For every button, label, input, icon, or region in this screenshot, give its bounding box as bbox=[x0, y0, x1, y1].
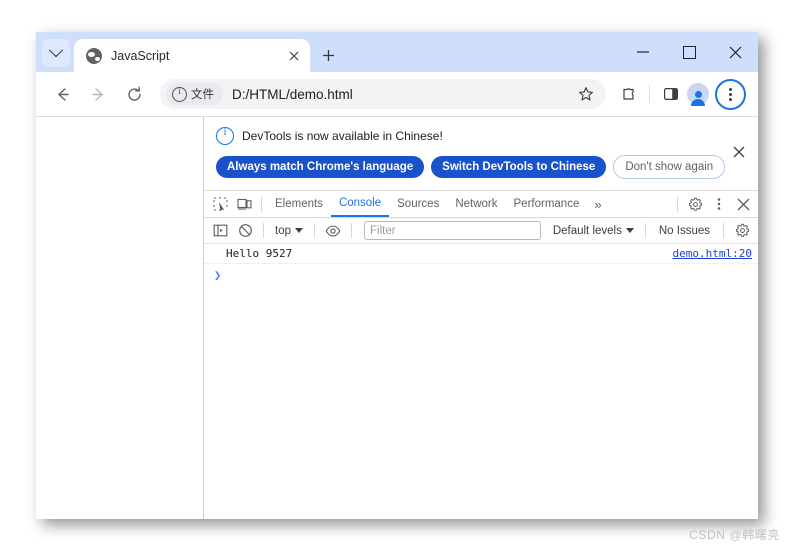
console-context-selector[interactable]: top bbox=[270, 225, 308, 237]
console-input-prompt[interactable]: ❯ bbox=[204, 264, 758, 286]
puzzle-piece-icon[interactable] bbox=[614, 80, 642, 108]
banner-message: DevTools is now available in Chinese! bbox=[242, 129, 443, 143]
devtools-language-banner: DevTools is now available in Chinese! Al… bbox=[204, 117, 758, 191]
web-page-viewport bbox=[36, 117, 204, 519]
window-controls bbox=[620, 32, 758, 72]
banner-buttons: Always match Chrome's language Switch De… bbox=[216, 155, 746, 179]
url-text: D:/HTML/demo.html bbox=[232, 86, 353, 102]
console-output[interactable]: Hello 9527 demo.html:20 ❯ bbox=[204, 244, 758, 519]
maximize-icon bbox=[682, 45, 696, 59]
tab-network[interactable]: Network bbox=[447, 191, 505, 217]
avatar-glyph bbox=[691, 90, 705, 106]
three-dots-vertical-icon bbox=[729, 87, 732, 91]
console-toolbar-divider bbox=[314, 223, 315, 238]
console-toolbar-divider bbox=[263, 223, 264, 238]
console-toolbar-divider bbox=[351, 223, 352, 238]
info-circle-icon bbox=[172, 86, 187, 102]
content-area: DevTools is now available in Chinese! Al… bbox=[36, 116, 758, 519]
avatar-icon[interactable] bbox=[687, 83, 709, 106]
dont-show-again-button[interactable]: Don't show again bbox=[613, 155, 726, 179]
tab-performance[interactable]: Performance bbox=[506, 191, 588, 217]
console-filter-input[interactable] bbox=[364, 221, 541, 240]
switch-devtools-to-chinese-button[interactable]: Switch DevTools to Chinese bbox=[431, 156, 607, 178]
inspect-element-icon[interactable] bbox=[208, 192, 232, 216]
console-message-row: Hello 9527 demo.html:20 bbox=[204, 244, 758, 264]
side-panel-icon[interactable] bbox=[657, 80, 685, 108]
chevron-down-icon bbox=[625, 228, 634, 233]
toolbar-divider bbox=[649, 85, 650, 103]
console-settings-gear-icon[interactable] bbox=[730, 219, 754, 243]
window-minimize-button[interactable] bbox=[620, 32, 666, 72]
devtools-tabbar: Elements Console Sources Network Perform… bbox=[204, 191, 758, 218]
tabbar-divider bbox=[261, 196, 262, 212]
browser-window: JavaScript i 文件 D:/HTML/demo.html i DevT… bbox=[36, 32, 758, 519]
console-log-levels-selector[interactable]: Default levels bbox=[548, 225, 639, 237]
console-sidebar-icon[interactable] bbox=[208, 219, 232, 243]
globe-favicon bbox=[86, 47, 102, 64]
browser-toolbar: 文件 D:/HTML/demo.html bbox=[36, 72, 758, 116]
devtools-more-button[interactable] bbox=[707, 192, 731, 216]
console-message-source-link[interactable]: demo.html:20 bbox=[673, 247, 752, 260]
banner-message-row: DevTools is now available in Chinese! bbox=[216, 126, 746, 145]
site-info-label: 文件 bbox=[191, 89, 214, 101]
console-message-text: Hello 9527 bbox=[226, 247, 293, 260]
banner-close-button[interactable] bbox=[730, 143, 748, 161]
devtools-close-button[interactable] bbox=[731, 192, 755, 216]
window-close-button[interactable] bbox=[712, 32, 758, 72]
tabbar-divider bbox=[677, 196, 678, 212]
devtools-tabbar-actions bbox=[672, 192, 758, 216]
devtools-panel: DevTools is now available in Chinese! Al… bbox=[204, 117, 758, 519]
console-toolbar-divider bbox=[644, 223, 646, 238]
console-log-levels-label: Default levels bbox=[552, 224, 622, 237]
window-maximize-button[interactable] bbox=[666, 32, 712, 72]
tab-title: JavaScript bbox=[111, 48, 170, 63]
console-toolbar-divider bbox=[723, 223, 724, 238]
tab-elements[interactable]: Elements bbox=[267, 191, 331, 217]
watermark: CSDN @韩曙亮 bbox=[689, 528, 780, 542]
tab-search-button[interactable] bbox=[42, 39, 70, 67]
console-context-label: top bbox=[275, 224, 291, 237]
tab-sources[interactable]: Sources bbox=[389, 191, 447, 217]
forward-button[interactable] bbox=[83, 79, 113, 109]
chevron-down-icon bbox=[48, 43, 64, 58]
address-bar[interactable]: 文件 D:/HTML/demo.html bbox=[160, 79, 606, 109]
info-circle-icon bbox=[216, 126, 234, 145]
gear-icon[interactable] bbox=[683, 192, 707, 216]
reload-button[interactable] bbox=[119, 79, 149, 109]
console-toolbar: top Default levels bbox=[204, 218, 758, 244]
tab-overflow-button[interactable]: » bbox=[587, 197, 608, 212]
prompt-arrow-icon: ❯ bbox=[214, 268, 222, 282]
tab-console[interactable]: Console bbox=[330, 191, 390, 217]
console-issues-counter[interactable]: No Issues bbox=[652, 225, 717, 237]
device-toolbar-icon[interactable] bbox=[232, 192, 256, 216]
clear-console-icon[interactable] bbox=[233, 219, 257, 243]
site-info-chip[interactable]: 文件 bbox=[166, 83, 223, 105]
star-icon[interactable] bbox=[572, 80, 600, 108]
eye-icon[interactable] bbox=[321, 219, 345, 243]
chevron-down-icon bbox=[295, 228, 303, 233]
screenshot-root: JavaScript i 文件 D:/HTML/demo.html i DevT… bbox=[0, 0, 794, 551]
back-button[interactable] bbox=[47, 79, 77, 109]
titlebar: JavaScript bbox=[36, 32, 758, 72]
browser-menu-button[interactable] bbox=[715, 78, 746, 110]
browser-tab[interactable]: JavaScript bbox=[74, 39, 310, 72]
new-tab-button[interactable] bbox=[318, 45, 338, 65]
tab-close-button[interactable] bbox=[284, 46, 304, 66]
three-dots-vertical-icon bbox=[729, 97, 732, 101]
three-dots-vertical-icon bbox=[729, 92, 732, 96]
always-match-chrome-language-button[interactable]: Always match Chrome's language bbox=[216, 156, 425, 178]
